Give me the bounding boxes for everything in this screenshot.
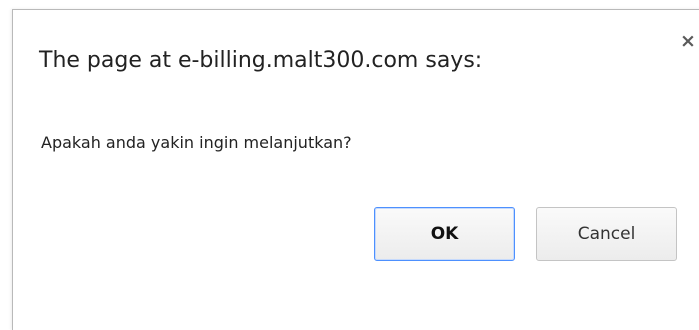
dialog-message: Apakah anda yakin ingin melanjutkan? [41, 133, 352, 152]
dialog-title: The page at e-billing.malt300.com says: [39, 48, 483, 73]
alert-dialog: The page at e-billing.malt300.com says: … [12, 9, 699, 330]
close-icon[interactable]: × [680, 32, 696, 51]
cancel-button[interactable]: Cancel [536, 207, 677, 261]
ok-button[interactable]: OK [374, 207, 515, 261]
